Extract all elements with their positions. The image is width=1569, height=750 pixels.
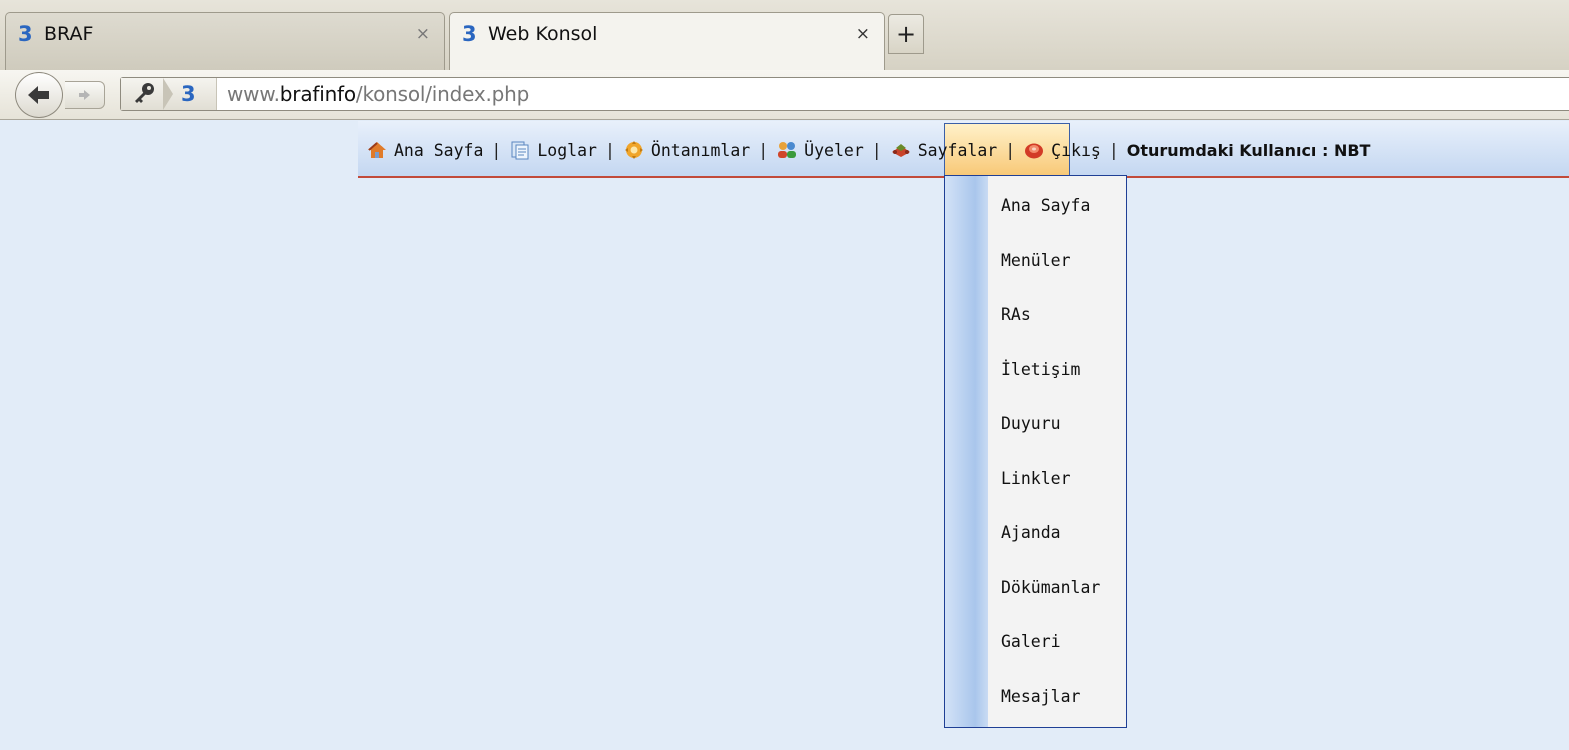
dropdown-item-galeri[interactable]: Galeri [1001, 632, 1061, 651]
top-menu-bar: Ana Sayfa | Loglar | Öntanımlar | Üyeler… [358, 121, 1569, 178]
menu-item-label: Üyeler [804, 140, 864, 160]
menu-separator: | [491, 140, 502, 160]
dropdown-item-ajanda[interactable]: Ajanda [1001, 523, 1061, 542]
menu-item-label: Loglar [537, 140, 597, 160]
menu-item-label: Sayfalar [917, 140, 998, 160]
url-path: /konsol/index.php [355, 82, 530, 106]
settings-icon [624, 141, 643, 159]
logout-icon [1025, 143, 1044, 159]
pages-icon [891, 144, 910, 157]
key-icon [135, 83, 154, 103]
menu-item-loglar[interactable]: Loglar [509, 140, 597, 160]
dropdown-item-ana-sayfa[interactable]: Ana Sayfa [1001, 196, 1090, 215]
address-bar[interactable]: 3 www.brafinfo/konsol/index.php [120, 77, 1569, 111]
menu-item-sayfalar[interactable]: Sayfalar [890, 140, 997, 160]
arrow-left-icon [28, 86, 49, 104]
url-host: brafinfo [279, 82, 356, 106]
menu-separator: | [871, 140, 882, 160]
identity-separator [163, 78, 175, 110]
dropdown-item-mesajlar[interactable]: Mesajlar [1001, 687, 1080, 706]
site-identity-button[interactable]: 3 [121, 78, 217, 110]
site-favicon-icon: 3 [18, 22, 33, 46]
site-favicon-icon: 3 [181, 82, 196, 106]
arrow-right-icon [78, 90, 90, 100]
logged-in-user-label: Oturumdaki Kullanıcı : NBT [1126, 140, 1371, 160]
new-tab-button[interactable]: + [888, 14, 924, 54]
menu-separator: | [604, 140, 615, 160]
site-favicon-icon: 3 [462, 22, 477, 46]
dropdown-item-menuler[interactable]: Menüler [1001, 251, 1071, 270]
home-icon [368, 142, 386, 158]
users-icon [778, 142, 797, 158]
menu-item-uyeler[interactable]: Üyeler [776, 140, 864, 160]
tab-close-icon[interactable]: × [856, 23, 874, 45]
navigation-bar: 3 www.brafinfo/konsol/index.php [0, 70, 1569, 120]
menu-item-label: Öntanımlar [650, 140, 751, 160]
tab-strip: 3 BRAF × 3 Web Konsol × + [0, 0, 1569, 70]
tab-web-konsol[interactable]: 3 Web Konsol × [449, 12, 885, 70]
menu-item-cikis[interactable]: Çıkış [1023, 140, 1101, 160]
dropdown-item-ras[interactable]: RAs [1001, 305, 1031, 324]
dropdown-item-duyuru[interactable]: Duyuru [1001, 414, 1061, 433]
url-prefix: www. [227, 82, 280, 106]
menu-item-ontanimlar[interactable]: Öntanımlar [623, 140, 750, 160]
dropdown-stripe [945, 176, 988, 727]
tab-title: Web Konsol [488, 23, 598, 45]
back-forward-group [15, 72, 111, 118]
menu-separator: | [1005, 140, 1016, 160]
tab-title: BRAF [44, 23, 94, 45]
forward-button[interactable] [65, 81, 105, 109]
url-text: www.brafinfo/konsol/index.php [217, 82, 529, 106]
menu-item-label: Çıkış [1051, 140, 1101, 160]
dropdown-item-linkler[interactable]: Linkler [1001, 469, 1071, 488]
menu-item-label: Ana Sayfa [394, 140, 484, 160]
dropdown-item-iletisim[interactable]: İletişim [1001, 360, 1080, 379]
logs-icon [511, 141, 529, 160]
menu-separator: | [758, 140, 769, 160]
tab-braf[interactable]: 3 BRAF × [5, 12, 445, 70]
sayfalar-dropdown-menu: Ana Sayfa Menüler RAs İletişim Duyuru Li… [944, 175, 1127, 728]
menu-row: Ana Sayfa | Loglar | Öntanımlar | Üyeler… [366, 137, 1370, 163]
tab-close-icon[interactable]: × [416, 23, 434, 45]
page-content: Ana Sayfa | Loglar | Öntanımlar | Üyeler… [0, 121, 1569, 750]
dropdown-item-dokumanlar[interactable]: Dökümanlar [1001, 578, 1100, 597]
menu-item-ana-sayfa[interactable]: Ana Sayfa [366, 140, 483, 160]
menu-separator: | [1108, 140, 1119, 160]
back-button[interactable] [15, 72, 63, 118]
